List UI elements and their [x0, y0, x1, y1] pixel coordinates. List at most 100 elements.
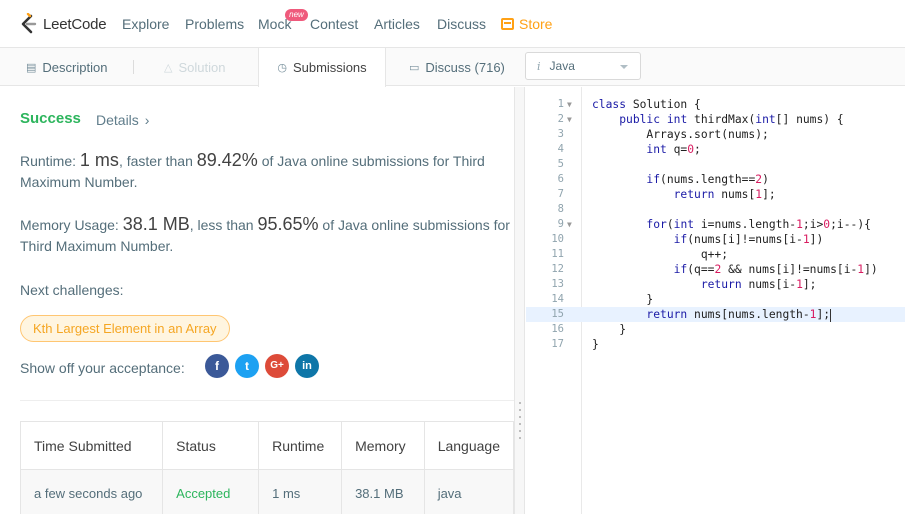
description-icon: ▤: [26, 61, 37, 74]
leetcode-logo[interactable]: LeetCode: [18, 12, 107, 36]
line-number: 4: [557, 143, 564, 155]
result-status: Success: [20, 110, 81, 127]
cell-time: a few seconds ago: [19, 469, 164, 514]
divider: [20, 400, 514, 401]
table-row: a few seconds ago Accepted 1 ms 38.1 MB …: [19, 469, 514, 514]
grip-dot: [519, 416, 521, 418]
next-challenge-tag[interactable]: Kth Largest Element in an Array: [20, 315, 230, 342]
code-line[interactable]: 2 ▼ public int thirdMax(int[] nums) {: [526, 112, 905, 127]
chevron-right-icon: ›: [144, 112, 150, 128]
code-text: }: [592, 338, 599, 351]
line-number: 7: [557, 188, 564, 200]
code-line[interactable]: 9 ▼ for(int i=nums.length-1;i>0;i--){: [526, 217, 905, 232]
store-label: Store: [519, 16, 553, 32]
info-icon: i: [537, 59, 541, 73]
tab-description-label: Description: [42, 59, 108, 75]
code-line[interactable]: 10 if(nums[i]!=nums[i-1]): [526, 232, 905, 247]
runtime-summary: Runtime: 1 ms, faster than 89.42% of Jav…: [20, 150, 514, 193]
fold-toggle-icon[interactable]: ▼: [567, 97, 572, 112]
nav-explore[interactable]: Explore: [122, 16, 169, 32]
memory-summary: Memory Usage: 38.1 MB, less than 95.65% …: [20, 214, 514, 257]
line-number: 1: [557, 98, 564, 110]
code-line[interactable]: 15 return nums[nums.length-1];: [526, 307, 905, 322]
code-line[interactable]: 4 int q=0;: [526, 142, 905, 157]
nav-store[interactable]: Store: [501, 16, 552, 32]
submissions-table: Time Submitted Status Runtime Memory Lan…: [19, 421, 514, 514]
col-status[interactable]: Status: [162, 421, 260, 470]
memory-label: Memory Usage:: [20, 217, 123, 233]
fold-toggle-icon[interactable]: ▼: [567, 217, 572, 232]
cell-memory: 38.1 MB: [341, 469, 425, 514]
facebook-icon[interactable]: f: [205, 354, 229, 378]
code-text: q++;: [592, 248, 729, 261]
code-line[interactable]: 3 Arrays.sort(nums);: [526, 127, 905, 142]
language-select[interactable]: i Java: [525, 52, 641, 80]
line-number: 14: [551, 293, 564, 305]
language-selected: Java: [549, 59, 575, 73]
tab-submissions[interactable]: ◷ Submissions: [258, 48, 386, 87]
nav-articles[interactable]: Articles: [374, 16, 420, 32]
code-line[interactable]: 8: [526, 202, 905, 217]
nav-discuss[interactable]: Discuss: [437, 16, 486, 32]
runtime-mid: , faster than: [118, 153, 197, 169]
code-text: if(q==2 && nums[i]!=nums[i-1]): [673, 263, 878, 276]
grip-dot: [519, 402, 521, 404]
code-text: for(int i=nums.length-1;i>0;i--){: [646, 218, 871, 231]
panel-resize-handle[interactable]: [514, 87, 525, 514]
code-line[interactable]: 6 if(nums.length==2): [526, 172, 905, 187]
code-text: int q=0;: [646, 143, 701, 156]
code-line[interactable]: 13 return nums[i-1];: [526, 277, 905, 292]
store-icon: [501, 18, 514, 30]
code-text: return nums[nums.length-1];: [646, 308, 832, 322]
tab-discuss[interactable]: ▭ Discuss (716): [409, 48, 505, 86]
col-memory[interactable]: Memory: [341, 421, 425, 470]
top-navbar: LeetCode Explore Problems Mock new Conte…: [0, 0, 905, 48]
twitter-icon[interactable]: t: [235, 354, 259, 378]
cell-status[interactable]: Accepted: [162, 469, 260, 514]
code-line[interactable]: 16 }: [526, 322, 905, 337]
next-challenges-label: Next challenges:: [20, 282, 124, 298]
grip-dot: [519, 430, 521, 432]
line-number: 12: [551, 263, 564, 275]
code-line[interactable]: 11 q++;: [526, 247, 905, 262]
details-link[interactable]: Details ›: [96, 112, 149, 128]
nav-problems[interactable]: Problems: [185, 16, 244, 32]
clock-icon: ◷: [277, 62, 287, 74]
tab-description[interactable]: ▤ Description: [26, 48, 107, 86]
code-line[interactable]: 5: [526, 157, 905, 172]
leetcode-logo-icon: [21, 13, 37, 34]
col-runtime[interactable]: Runtime: [258, 421, 343, 470]
flask-icon: △: [164, 61, 173, 74]
nav-contest[interactable]: Contest: [310, 16, 358, 32]
tab-discuss-label: Discuss (716): [425, 59, 505, 75]
line-number: 5: [557, 158, 564, 170]
grip-dot: [519, 409, 521, 411]
linkedin-icon[interactable]: in: [295, 354, 319, 378]
details-label: Details: [96, 112, 139, 128]
tab-divider: [133, 60, 134, 74]
code-text: return nums[1];: [673, 188, 776, 201]
line-number: 2: [557, 113, 564, 125]
submission-result-panel: Success Details › Runtime: 1 ms, faster t…: [0, 87, 514, 514]
col-language[interactable]: Language: [423, 421, 514, 470]
fold-toggle-icon[interactable]: ▼: [567, 112, 572, 127]
cell-runtime: 1 ms: [258, 469, 343, 514]
line-number: 6: [557, 173, 564, 185]
col-time-submitted[interactable]: Time Submitted: [19, 421, 164, 470]
google-plus-icon[interactable]: G+: [265, 354, 289, 378]
code-line[interactable]: 14 }: [526, 292, 905, 307]
grip-dot: [519, 423, 521, 425]
text-cursor: [830, 308, 832, 322]
code-line[interactable]: 1 ▼ class Solution {: [526, 97, 905, 112]
comment-icon: ▭: [409, 61, 420, 74]
code-line[interactable]: 7 return nums[1];: [526, 187, 905, 202]
code-text: }: [592, 293, 654, 306]
line-number: 9: [557, 218, 564, 230]
chevron-down-icon: [620, 65, 628, 69]
code-editor[interactable]: 1 ▼ class Solution {2 ▼ public int thirdMax…: [526, 87, 905, 514]
code-line[interactable]: 17}: [526, 337, 905, 352]
code-line[interactable]: 12 if(q==2 && nums[i]!=nums[i-1]): [526, 262, 905, 277]
tab-solution[interactable]: △ Solution: [164, 48, 225, 86]
share-label: Show off your acceptance:: [20, 360, 185, 376]
memory-mid: , less than: [189, 217, 258, 233]
